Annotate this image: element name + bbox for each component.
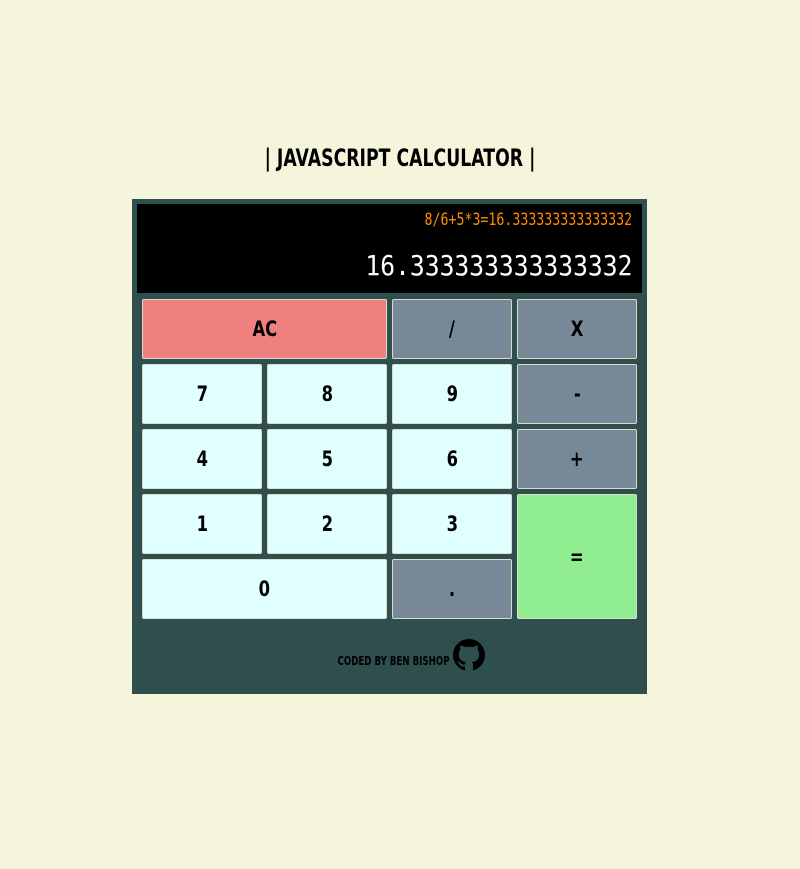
decimal-button[interactable]: . — [392, 559, 512, 619]
one-button[interactable]: 1 — [142, 494, 262, 554]
two-button[interactable]: 2 — [267, 494, 387, 554]
multiply-button[interactable]: X — [517, 299, 637, 359]
nine-button[interactable]: 9 — [392, 364, 512, 424]
three-button[interactable]: 3 — [392, 494, 512, 554]
footer: CODED BY BEN BISHOP — [132, 635, 647, 675]
zero-button[interactable]: 0 — [142, 559, 387, 619]
calculator: 8/6+5*3=16.333333333333332 16.3333333333… — [132, 199, 647, 694]
five-button[interactable]: 5 — [267, 429, 387, 489]
output-display: 16.333333333333332 — [364, 249, 632, 282]
display: 8/6+5*3=16.333333333333332 16.3333333333… — [137, 204, 642, 293]
author-credit: CODED BY BEN BISHOP — [337, 654, 450, 668]
four-button[interactable]: 4 — [142, 429, 262, 489]
equals-button[interactable]: = — [517, 494, 637, 619]
add-button[interactable]: + — [517, 429, 637, 489]
subtract-button[interactable]: - — [517, 364, 637, 424]
seven-button[interactable]: 7 — [142, 364, 262, 424]
six-button[interactable]: 6 — [392, 429, 512, 489]
page-title: | JAVASCRIPT CALCULATOR | — [264, 144, 536, 172]
eight-button[interactable]: 8 — [267, 364, 387, 424]
github-icon[interactable] — [453, 639, 486, 671]
formula-display: 8/6+5*3=16.333333333333332 — [424, 210, 632, 230]
divide-button[interactable]: / — [392, 299, 512, 359]
clear-button[interactable]: AC — [142, 299, 387, 359]
